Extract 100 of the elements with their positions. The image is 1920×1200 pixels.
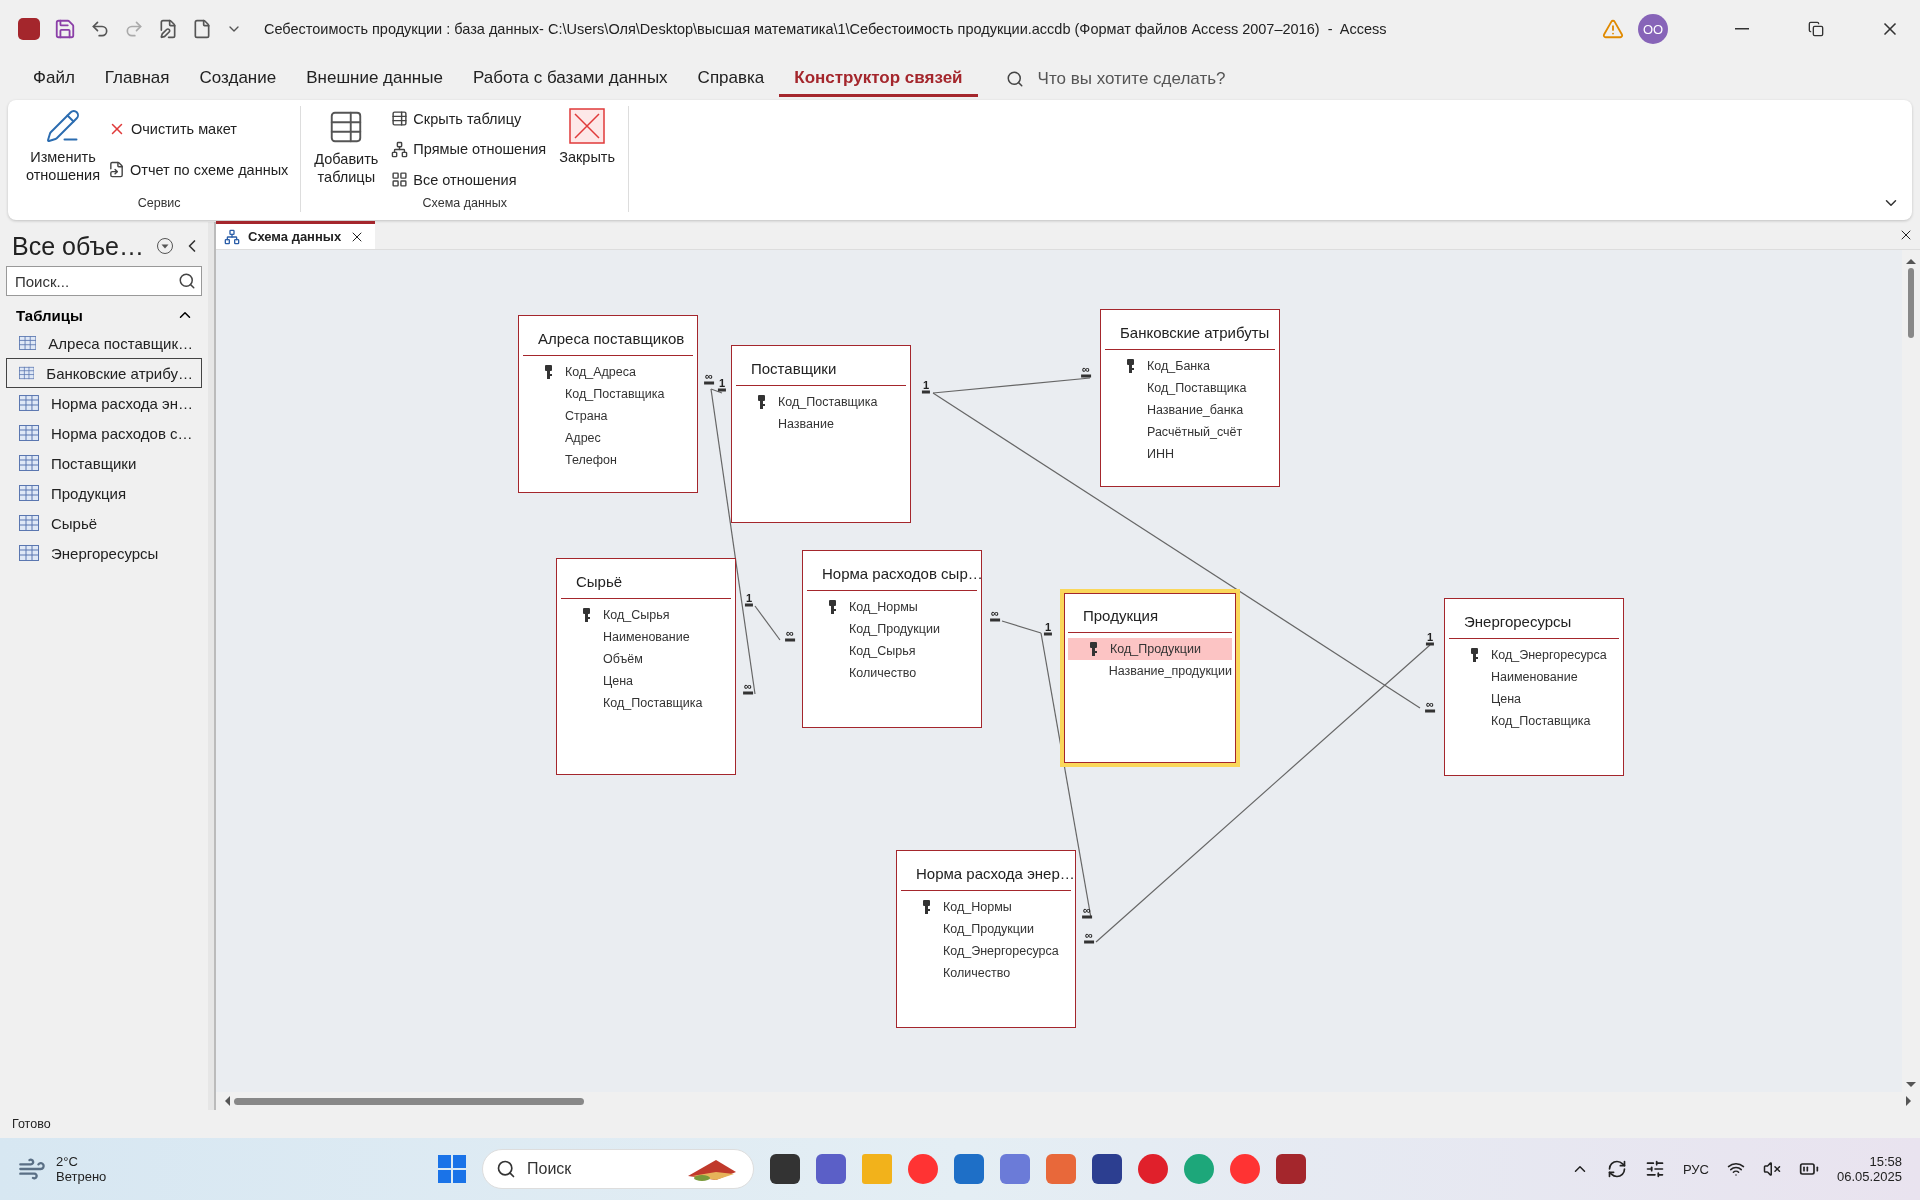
- account-avatar[interactable]: OO: [1638, 14, 1668, 44]
- cardinality-mark: ∞: [1084, 930, 1094, 944]
- app-icon[interactable]: [816, 1154, 846, 1184]
- key-icon: [829, 600, 836, 614]
- nav-item[interactable]: Поставщики: [6, 448, 202, 478]
- field-row[interactable]: Цена: [1449, 688, 1619, 710]
- ribbon-button[interactable]: Все отношения: [387, 169, 551, 190]
- nav-item[interactable]: Норма расхода эн…: [6, 388, 202, 418]
- search-field[interactable]: Поиск...: [6, 266, 202, 296]
- table-title: Сырьё: [561, 559, 731, 599]
- group-label: Схема данных: [421, 196, 508, 212]
- field-row[interactable]: Количество: [807, 662, 977, 684]
- table-title: Норма расхода энер…: [901, 851, 1071, 891]
- field-row[interactable]: Код_Продукции: [1068, 638, 1232, 660]
- nav-item[interactable]: Банковские атрибу…: [6, 358, 202, 388]
- field-row[interactable]: ИНН: [1105, 443, 1275, 465]
- field-row[interactable]: Название_продукции: [1068, 660, 1232, 682]
- field-row[interactable]: Наименование: [1449, 666, 1619, 688]
- file-icon[interactable]: [192, 19, 212, 39]
- table-icon: [391, 110, 409, 127]
- tell-me-field[interactable]: Что вы хотите сделать?: [1035, 68, 1276, 90]
- start-icon[interactable]: [438, 1155, 466, 1183]
- ribbon-button[interactable]: Отчет по схеме данных: [104, 159, 293, 181]
- table-card[interactable]: Норма расходов сыр… Код_Нормы Код_Продукции Код_Сырья Количество: [802, 550, 982, 728]
- dropdown-icon[interactable]: [156, 237, 174, 255]
- ribbon-button[interactable]: Очистить макет: [104, 117, 293, 140]
- field-row[interactable]: Код_Поставщика: [1105, 377, 1275, 399]
- app-icon[interactable]: [1000, 1154, 1030, 1184]
- nav-item[interactable]: Энергоресурсы: [6, 538, 202, 568]
- ribbon-button[interactable]: Закрыть: [554, 106, 621, 196]
- table-card[interactable]: Поставщики Код_Поставщика Название: [731, 345, 911, 523]
- sync-icon[interactable]: [1606, 1159, 1627, 1179]
- nav-item[interactable]: Продукция: [6, 478, 202, 508]
- table-card[interactable]: Сырьё Код_Сырья Наименование Объём Цена Код_Поставщика: [556, 558, 736, 775]
- ribbon-tab[interactable]: Главная: [89, 61, 185, 97]
- ribbon-button[interactable]: Скрыть таблицу: [387, 108, 551, 129]
- field-row[interactable]: Расчётный_счёт: [1105, 421, 1275, 443]
- taskbar-search[interactable]: Поиск: [482, 1149, 754, 1189]
- document-tab[interactable]: Схема данных: [216, 221, 376, 249]
- field-row[interactable]: Код_Банка: [1105, 355, 1275, 377]
- table-card[interactable]: Банковские атрибуты Код_Банка Код_Поставщика Название_банка Расчётный_счёт ИНН: [1100, 309, 1280, 487]
- wifi-icon[interactable]: [1726, 1160, 1745, 1178]
- clock-time[interactable]: 15:58: [1869, 1154, 1902, 1169]
- key-icon: [923, 900, 930, 914]
- table-card[interactable]: Продукция Код_Продукции Название_продукции: [1060, 589, 1240, 767]
- field-row[interactable]: Код_Поставщика: [561, 692, 731, 714]
- field-row[interactable]: Наименование: [561, 626, 731, 648]
- table-title: Энергоресурсы: [1449, 599, 1619, 639]
- table-icon: [19, 485, 39, 501]
- field-row[interactable]: Код_Продукции: [901, 918, 1071, 940]
- field-row[interactable]: Код_Нормы: [807, 596, 977, 618]
- mute-icon[interactable]: [1762, 1160, 1781, 1178]
- ribbon-tab[interactable]: Создание: [184, 61, 292, 97]
- nav-item[interactable]: Алреса поставщик…: [6, 328, 202, 358]
- field-row[interactable]: Код_Адреса: [523, 361, 693, 383]
- ribbon-tab[interactable]: Работа с базами данных: [457, 61, 683, 97]
- field-row[interactable]: Объём: [561, 648, 731, 670]
- ribbon-tab[interactable]: Конструктор связей: [779, 61, 978, 97]
- settings-icon[interactable]: [1644, 1159, 1665, 1179]
- nav-item[interactable]: Норма расходов с…: [6, 418, 202, 448]
- field-row[interactable]: Код_Сырья: [561, 604, 731, 626]
- cardinality-mark: ∞: [1082, 905, 1092, 919]
- field-row[interactable]: Код_Энергоресурса: [901, 940, 1071, 962]
- table-card[interactable]: Алреса поставщиков Код_Адреса Код_Поставщика Страна Адрес Телефон: [518, 315, 698, 493]
- field-row[interactable]: Код_Поставщика: [1449, 710, 1619, 732]
- cardinality-mark: 1: [1043, 622, 1053, 636]
- field-row[interactable]: Цена: [561, 670, 731, 692]
- clock-date[interactable]: 06.05.2025: [1836, 1169, 1902, 1184]
- ribbon-button[interactable]: Добавить таблицы: [309, 106, 384, 196]
- field-row[interactable]: Страна: [523, 405, 693, 427]
- table-icon: [19, 515, 39, 531]
- ribbon-tab[interactable]: Справка: [682, 61, 780, 97]
- save-icon[interactable]: [54, 18, 76, 40]
- field-row[interactable]: Код_Сырья: [807, 640, 977, 662]
- field-row[interactable]: Код_Продукции: [807, 618, 977, 640]
- temperature: 2°C: [56, 1154, 79, 1169]
- field-row[interactable]: Код_Поставщика: [523, 383, 693, 405]
- nav-group-header[interactable]: Таблицы: [6, 296, 202, 328]
- key-icon: [545, 365, 552, 379]
- app-icon[interactable]: [1046, 1154, 1076, 1184]
- pencil-icon: [45, 108, 81, 144]
- field-row[interactable]: Название: [736, 413, 906, 435]
- field-row[interactable]: Адрес: [523, 427, 693, 449]
- field-row[interactable]: Название_банка: [1105, 399, 1275, 421]
- ribbon-tab[interactable]: Внешние данные: [291, 61, 458, 97]
- field-row[interactable]: Количество: [901, 962, 1071, 984]
- field-row[interactable]: Телефон: [523, 449, 693, 471]
- cardinality-mark: 1: [744, 593, 754, 607]
- ribbon-button[interactable]: Изменить отношения: [26, 106, 100, 196]
- field-row[interactable]: Код_Нормы: [901, 896, 1071, 918]
- undo-icon[interactable]: [90, 19, 110, 39]
- language-indicator[interactable]: РУС: [1682, 1161, 1709, 1177]
- field-row[interactable]: Код_Энергоресурса: [1449, 644, 1619, 666]
- ribbon-tab[interactable]: Файл: [18, 61, 90, 97]
- nav-item[interactable]: Сырьё: [6, 508, 202, 538]
- field-row[interactable]: Код_Поставщика: [736, 391, 906, 413]
- form-icon[interactable]: [158, 19, 178, 39]
- table-card[interactable]: Энергоресурсы Код_Энергоресурса Наименование Цена Код_Поставщика: [1444, 598, 1624, 776]
- table-card[interactable]: Норма расхода энер… Код_Нормы Код_Продукции Код_Энергоресурса Количество: [896, 850, 1076, 1028]
- ribbon-button[interactable]: Прямые отношения: [387, 138, 551, 160]
